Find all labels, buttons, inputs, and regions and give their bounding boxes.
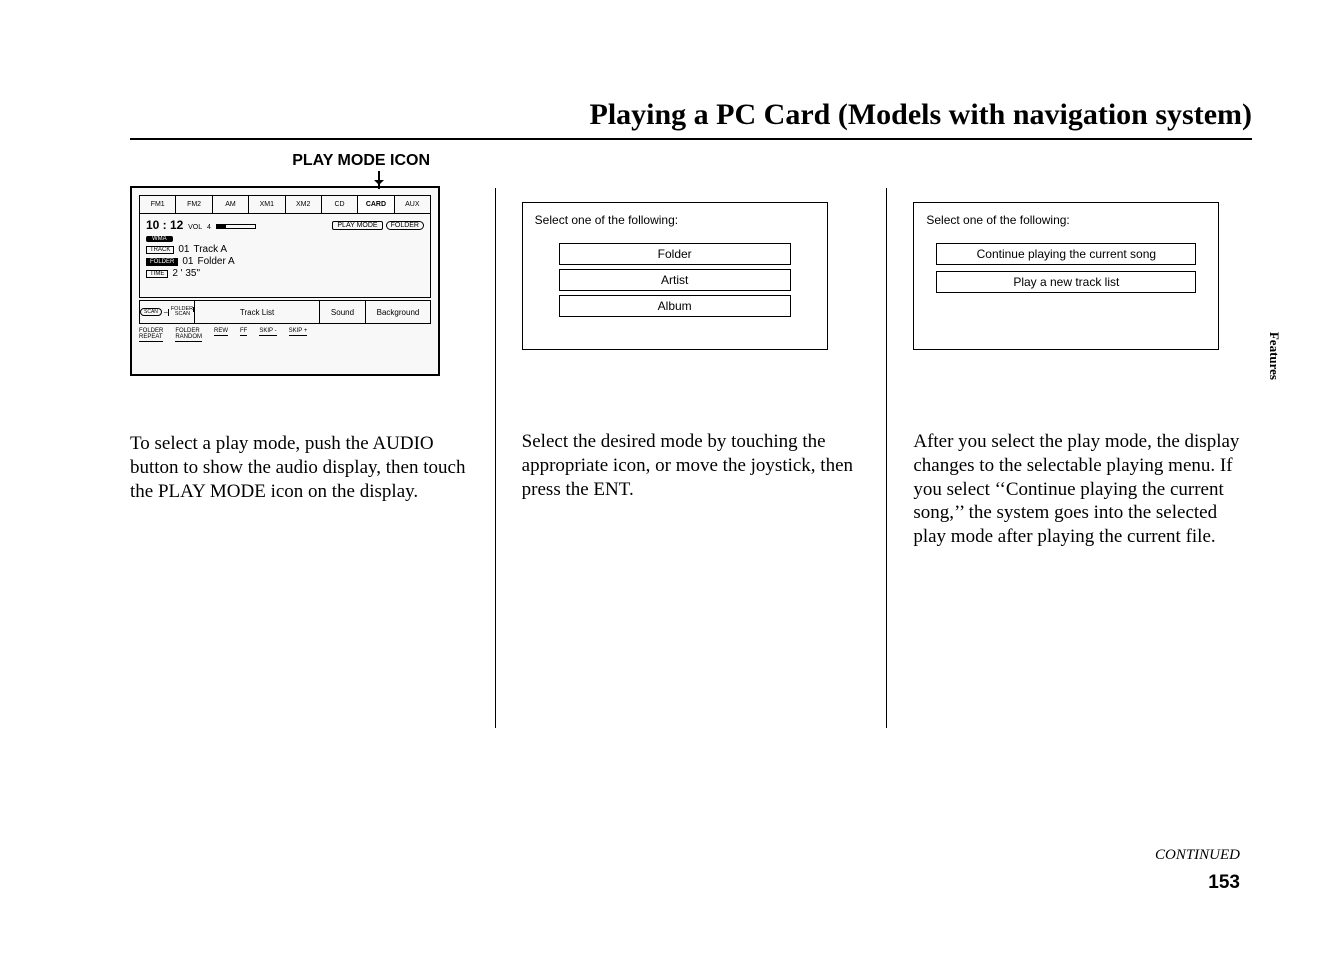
tab-aux[interactable]: AUX — [395, 196, 430, 213]
ff-button[interactable]: FF — [240, 328, 247, 336]
clock: 10 : 12 — [146, 218, 183, 232]
sound-button[interactable]: Sound — [320, 301, 366, 323]
body-text-3: After you select the play mode, the disp… — [913, 430, 1252, 549]
folder-mode-chip[interactable]: FOLDER — [386, 221, 424, 230]
option-continue-current[interactable]: Continue playing the current song — [936, 243, 1196, 265]
option-new-track-list[interactable]: Play a new track list — [936, 271, 1196, 293]
volume-bar-icon — [216, 224, 256, 229]
folder-chip: FOLDER — [146, 258, 178, 266]
play-option-panel: Select one of the following: Continue pl… — [913, 202, 1219, 350]
scan-cell[interactable]: SCAN – FOLDERSCAN — [140, 301, 195, 323]
option-album[interactable]: Album — [559, 295, 791, 317]
body-text-2: Select the desired mode by touching the … — [522, 430, 861, 501]
folder-number: 01 — [182, 256, 193, 267]
folder-repeat[interactable]: FOLDERREPEAT — [139, 328, 163, 342]
page-number: 153 — [1208, 872, 1240, 894]
tab-am[interactable]: AM — [213, 196, 249, 213]
vol-label: VOL — [188, 224, 202, 231]
source-tabs[interactable]: FM1 FM2 AM XM1 XM2 CD CARD AUX — [139, 195, 431, 214]
body-text-1: To select a play mode, push the AUDIO bu… — [130, 432, 469, 503]
codec-badge: WMA — [146, 236, 173, 242]
play-option-prompt: Select one of the following: — [926, 213, 1206, 227]
page-title: Playing a PC Card (Models with navigatio… — [130, 98, 1252, 132]
tab-xm1[interactable]: XM1 — [249, 196, 285, 213]
column-1: PLAY MODE ICON FM1 FM2 AM XM1 XM2 CD CAR… — [130, 180, 495, 728]
track-number: 01 — [178, 244, 189, 255]
scan-icon: SCAN — [140, 308, 162, 316]
title-rule — [130, 138, 1252, 140]
background-button[interactable]: Background — [366, 301, 430, 323]
skip-minus-button[interactable]: SKIP - — [259, 328, 276, 336]
track-name: Track A — [193, 244, 227, 255]
folder-name: Folder A — [197, 256, 234, 267]
tab-cd[interactable]: CD — [322, 196, 358, 213]
option-folder[interactable]: Folder — [559, 243, 791, 265]
option-artist[interactable]: Artist — [559, 269, 791, 291]
vol-value: 4 — [207, 224, 211, 231]
folder-random[interactable]: FOLDERRANDOM — [175, 328, 202, 342]
mode-select-panel: Select one of the following: Folder Arti… — [522, 202, 828, 350]
elapsed-time: 2 ' 35" — [172, 268, 200, 279]
tab-xm2[interactable]: XM2 — [286, 196, 322, 213]
columns: PLAY MODE ICON FM1 FM2 AM XM1 XM2 CD CAR… — [130, 180, 1252, 728]
track-list-button[interactable]: Track List — [195, 301, 320, 323]
section-tab: Features — [1266, 332, 1282, 380]
play-mode-icon-label: PLAY MODE ICON — [292, 152, 430, 170]
tab-fm1[interactable]: FM1 — [140, 196, 176, 213]
tab-card[interactable]: CARD — [358, 196, 394, 213]
time-chip: TIME — [146, 270, 168, 278]
column-3: Select one of the following: Continue pl… — [887, 180, 1252, 728]
action-row: SCAN – FOLDERSCAN Track List Sound Backg… — [139, 300, 431, 324]
now-playing-panel: PLAY MODE ICON FM1 FM2 AM XM1 XM2 CD CAR… — [130, 186, 440, 376]
mode-select-prompt: Select one of the following: — [535, 213, 815, 227]
column-2: Select one of the following: Folder Arti… — [496, 180, 887, 728]
continued-label: CONTINUED — [1155, 847, 1240, 864]
play-mode-chip[interactable]: PLAY MODE — [332, 221, 382, 230]
rew-button[interactable]: REW — [214, 328, 228, 336]
folder-scan-label: FOLDERSCAN — [171, 307, 194, 318]
now-playing-body: 10 : 12 VOL 4 PLAY MODE FOLDER WMA TRACK — [139, 214, 431, 298]
arrow-down-icon — [378, 171, 380, 189]
bottom-controls: FOLDERREPEAT FOLDERRANDOM REW FF SKIP - … — [139, 328, 431, 342]
skip-plus-button[interactable]: SKIP + — [289, 328, 308, 336]
tab-fm2[interactable]: FM2 — [176, 196, 212, 213]
track-chip: TRACK — [146, 246, 174, 254]
